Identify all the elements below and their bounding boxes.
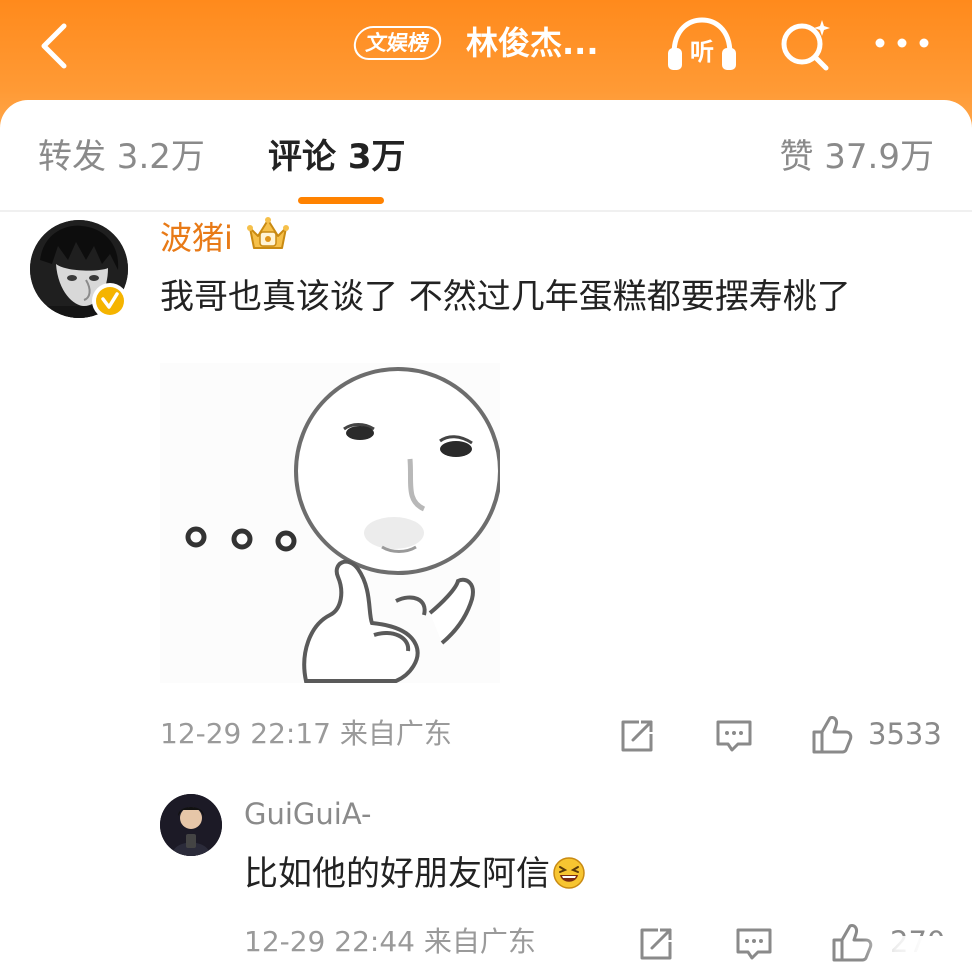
reply-username[interactable]: GuiGuiA- bbox=[244, 796, 371, 832]
more-dots-icon[interactable] bbox=[872, 30, 932, 56]
comment-timestamp: 12-29 22:17 来自广东 bbox=[160, 717, 452, 750]
comment-like-count: 3533 bbox=[868, 717, 942, 751]
thinking-face-sticker[interactable] bbox=[160, 363, 500, 683]
crown-badge-icon bbox=[247, 217, 289, 249]
reply-text: 比如他的好朋友阿信 bbox=[244, 852, 586, 896]
share-icon[interactable] bbox=[617, 716, 657, 756]
reply-bubble-icon[interactable] bbox=[734, 924, 774, 964]
laughing-emoji-icon bbox=[553, 857, 585, 889]
tab-repost[interactable]: 转发 3.2万 bbox=[38, 136, 205, 178]
verified-v-icon bbox=[92, 283, 128, 319]
thumbs-up-icon[interactable] bbox=[810, 712, 854, 756]
topic-ranking-badge[interactable]: 文娱榜 bbox=[351, 26, 444, 60]
comment-username[interactable]: 波猪i bbox=[160, 218, 233, 258]
topic-title[interactable]: 林俊杰... bbox=[466, 20, 598, 66]
avatar-photo-icon bbox=[160, 794, 222, 856]
reply-bubble-icon[interactable] bbox=[714, 716, 754, 756]
comment-text: 我哥也真该谈了 不然过几年蛋糕都要摆寿桃了 bbox=[160, 277, 851, 317]
back-chevron-icon[interactable] bbox=[30, 18, 80, 74]
tab-comments[interactable]: 评论 3万 bbox=[268, 136, 406, 178]
reply-text-content: 比如他的好朋友阿信 bbox=[244, 854, 550, 894]
reply-avatar[interactable] bbox=[160, 794, 222, 856]
listen-label: 听 bbox=[690, 38, 714, 66]
share-icon[interactable] bbox=[636, 924, 676, 964]
headphones-icon[interactable]: 听 bbox=[664, 14, 740, 74]
tab-likes[interactable]: 赞 37.9万 bbox=[779, 136, 934, 178]
tab-divider bbox=[0, 210, 972, 212]
active-tab-indicator bbox=[298, 197, 384, 204]
watermark-fade bbox=[862, 936, 972, 980]
reply-timestamp: 12-29 22:44 来自广东 bbox=[244, 925, 536, 958]
search-sparkle-icon[interactable] bbox=[774, 14, 838, 74]
